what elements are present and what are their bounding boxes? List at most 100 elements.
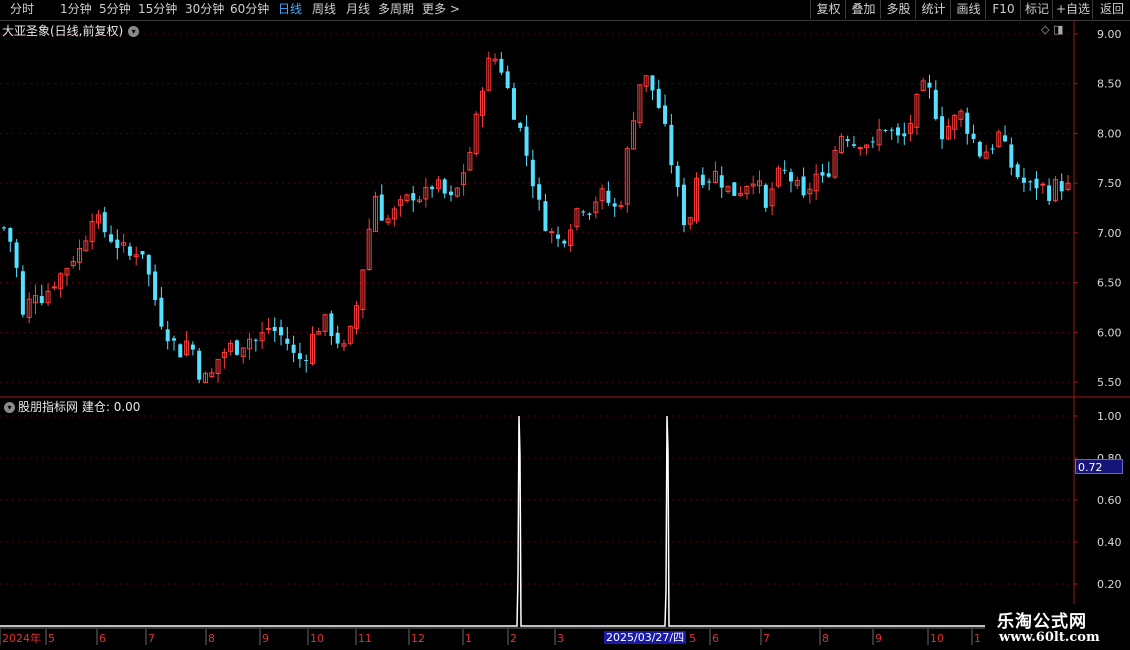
indicator-line-label: 建仓 bbox=[81, 400, 106, 414]
watermark: 乐淘公式网 www.60lt.com bbox=[985, 604, 1125, 650]
cursor-value-tag: 0.72 bbox=[1075, 459, 1123, 474]
time-tick-label: 9 bbox=[262, 632, 269, 645]
candle-body bbox=[127, 246, 132, 256]
candle-body bbox=[449, 191, 454, 196]
candle-body bbox=[700, 174, 705, 186]
candle-body bbox=[1009, 144, 1014, 168]
time-tick-label: 5 bbox=[689, 632, 696, 645]
candle-body bbox=[2, 227, 6, 229]
candle-body bbox=[524, 126, 529, 156]
price-tick-label: 8.50 bbox=[1097, 78, 1122, 91]
candle-body bbox=[14, 242, 19, 268]
indicator-line-value: 0.00 bbox=[113, 400, 141, 414]
time-tick-label: 3 bbox=[557, 632, 564, 645]
candle-body bbox=[304, 360, 309, 362]
panel-controls: ◇ ◨ bbox=[1041, 23, 1063, 36]
candle-body bbox=[518, 122, 523, 128]
candle-body bbox=[442, 179, 447, 194]
indicator-tick-label: 0.60 bbox=[1097, 494, 1122, 507]
candle-body bbox=[171, 338, 176, 341]
candle-body bbox=[51, 286, 57, 289]
candle-body bbox=[335, 332, 340, 344]
time-tick-label: 10 bbox=[930, 632, 944, 645]
candle-body bbox=[165, 329, 170, 342]
candle-body bbox=[612, 203, 617, 207]
layout-icon[interactable]: ◨ bbox=[1053, 23, 1063, 36]
candle-body bbox=[1059, 181, 1064, 192]
candle-body bbox=[1047, 185, 1052, 201]
candle-body bbox=[562, 240, 567, 244]
candle-body bbox=[197, 350, 202, 380]
candle-body bbox=[272, 326, 277, 332]
chevron-down-icon[interactable]: ▾ bbox=[4, 402, 15, 413]
candle-body bbox=[1028, 181, 1033, 183]
candle-body bbox=[1040, 183, 1046, 186]
price-tick-label: 7.50 bbox=[1097, 177, 1122, 190]
candle-body bbox=[801, 176, 806, 196]
candle-body bbox=[1015, 164, 1020, 178]
candle-body bbox=[889, 129, 894, 131]
candle-body bbox=[556, 234, 561, 239]
candle-body bbox=[234, 340, 239, 355]
signal-line bbox=[0, 415, 1074, 627]
candle-body bbox=[153, 271, 158, 301]
candle-body bbox=[965, 112, 970, 134]
candle-body bbox=[883, 129, 888, 131]
candle-body bbox=[115, 239, 120, 249]
candles bbox=[2, 51, 1071, 384]
candle-body bbox=[940, 116, 945, 140]
stock-chart[interactable]: 9.008.508.007.507.006.506.005.501.000.80… bbox=[0, 0, 1130, 650]
time-tick-label: 11 bbox=[358, 632, 372, 645]
candle-body bbox=[870, 141, 875, 143]
candle-body bbox=[896, 127, 901, 136]
cursor-date-tag: 2025/03/27/四 bbox=[604, 631, 687, 644]
candle-body bbox=[190, 344, 195, 350]
price-tick-label: 9.00 bbox=[1097, 28, 1122, 41]
candle-body bbox=[763, 184, 768, 208]
candle-body bbox=[297, 353, 302, 360]
candle-body bbox=[253, 339, 258, 341]
candle-body bbox=[669, 124, 674, 166]
candle-body bbox=[537, 184, 542, 200]
candle-body bbox=[971, 133, 976, 139]
time-tick-label: 5 bbox=[48, 632, 55, 645]
price-tick-label: 7.00 bbox=[1097, 227, 1122, 240]
candle-body bbox=[606, 190, 611, 203]
candle-body bbox=[265, 328, 271, 331]
candle-body bbox=[511, 88, 516, 120]
price-tick-label: 5.50 bbox=[1097, 376, 1122, 389]
candle-body bbox=[788, 172, 793, 182]
candle-body bbox=[430, 186, 435, 190]
candle-body bbox=[656, 88, 661, 108]
candle-body bbox=[505, 71, 510, 89]
main-chart-title: 大亚圣象(日线,前复权) ▾ bbox=[2, 22, 140, 39]
candle-body bbox=[379, 194, 384, 221]
time-tick-label: 2024年 bbox=[2, 631, 41, 645]
candle-body bbox=[851, 144, 856, 146]
candle-body bbox=[159, 297, 164, 327]
candle-body bbox=[820, 172, 825, 176]
candle-body bbox=[977, 141, 982, 157]
diamond-icon[interactable]: ◇ bbox=[1041, 23, 1049, 36]
candle-body bbox=[1021, 177, 1026, 183]
watermark-url: www.60lt.com bbox=[999, 630, 1100, 645]
time-tick-label: 1 bbox=[974, 632, 981, 645]
indicator-tick-label: 1.00 bbox=[1097, 410, 1122, 423]
candle-body bbox=[178, 344, 183, 358]
candle-body bbox=[826, 173, 831, 177]
candle-body bbox=[102, 212, 107, 233]
indicator-tick-label: 0.20 bbox=[1097, 578, 1122, 591]
time-tick-label: 6 bbox=[712, 632, 719, 645]
chevron-down-icon[interactable]: ▾ bbox=[128, 26, 140, 37]
candle-body bbox=[581, 211, 586, 213]
candle-body bbox=[681, 184, 686, 226]
candle-body bbox=[39, 296, 44, 304]
time-tick-label: 9 bbox=[875, 632, 882, 645]
candle-body bbox=[285, 338, 290, 344]
candle-body bbox=[140, 251, 145, 255]
time-tick-label: 2 bbox=[510, 632, 517, 645]
candle-body bbox=[1034, 178, 1039, 189]
candle-body bbox=[8, 228, 13, 242]
time-tick-label: 1 bbox=[465, 632, 472, 645]
candle-body bbox=[20, 271, 25, 315]
